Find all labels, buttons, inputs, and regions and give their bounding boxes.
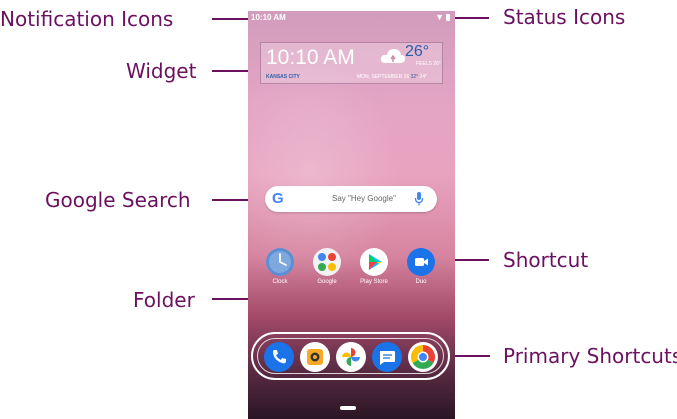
app-clock[interactable]: Clock: [260, 248, 300, 285]
photos-icon[interactable]: [336, 342, 366, 372]
leader-primary-shortcuts: [450, 355, 490, 357]
mic-icon[interactable]: [414, 191, 424, 207]
camera-icon[interactable]: [300, 342, 330, 372]
phone-icon[interactable]: [264, 342, 294, 372]
callout-status-icons: Status Icons: [503, 5, 626, 29]
app-google-folder[interactable]: Google: [307, 248, 347, 285]
home-nav-pill[interactable]: [340, 406, 356, 410]
chrome-icon[interactable]: [408, 342, 438, 372]
app-label: Google: [317, 279, 337, 285]
callout-widget: Widget: [126, 59, 197, 83]
status-icons: ▼: [433, 12, 450, 22]
callout-folder: Folder: [133, 288, 195, 312]
play-store-icon: [360, 248, 388, 276]
widget-city: KANSAS CITY: [266, 74, 300, 80]
app-play-store[interactable]: Play Store: [354, 248, 394, 285]
app-label: Play Store: [360, 279, 388, 285]
battery-icon: [446, 14, 450, 22]
duo-icon: [407, 248, 435, 276]
widget-date-line: MON, SEPTEMBER 16 32° 24°: [357, 74, 427, 80]
callout-primary-shortcuts: Primary Shortcuts: [503, 344, 677, 368]
widget-time: 10:10 AM: [266, 46, 355, 69]
weather-clock-widget[interactable]: 10:10 AM 26° FEELS 26° KANSAS CITY MON, …: [260, 42, 443, 84]
callout-google-search: Google Search: [45, 188, 191, 212]
app-label: Duo: [415, 279, 427, 285]
status-time: 10:10 AM: [251, 13, 286, 22]
cloud-icon: [380, 49, 406, 63]
app-label: Clock: [272, 279, 288, 285]
phone-home-screen: 10:10 AM ▼ 10:10 AM 26° FEELS 26° KANSAS…: [248, 11, 455, 419]
clock-icon: [266, 248, 294, 276]
google-folder-icon: [313, 248, 341, 276]
google-g-icon: G: [272, 190, 284, 207]
callout-shortcut: Shortcut: [503, 248, 589, 272]
messages-icon[interactable]: [372, 342, 402, 372]
google-search-bar[interactable]: G Say "Hey Google": [265, 186, 437, 212]
widget-temperature: 26°: [405, 43, 430, 60]
callout-notification-icons: Notification Icons: [0, 7, 174, 31]
widget-date: MON, SEPTEMBER 16: [357, 74, 410, 80]
wifi-icon: ▼: [435, 12, 444, 22]
search-hint: Say "Hey Google": [332, 194, 396, 203]
leader-notification-icons: [212, 18, 248, 20]
widget-feels-like: FEELS 26°: [416, 61, 441, 67]
leader-status-icons: [455, 17, 489, 19]
widget-low: 24°: [419, 74, 428, 80]
widget-high: 32°: [410, 74, 419, 80]
app-duo[interactable]: Duo: [401, 248, 441, 285]
